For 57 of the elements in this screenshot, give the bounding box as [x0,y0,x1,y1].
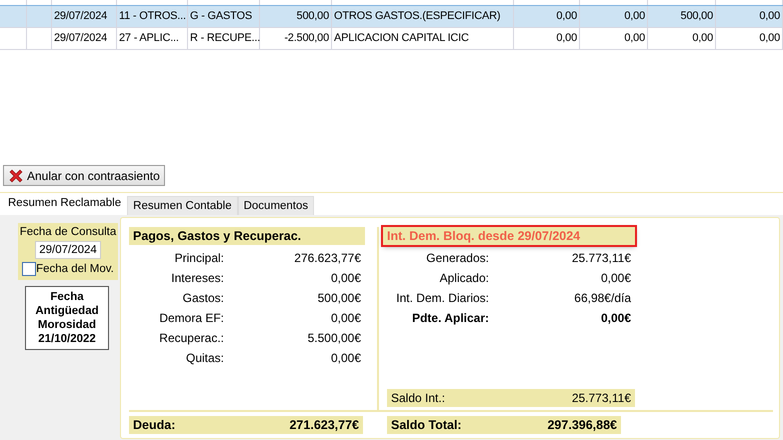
field-label: Pdte. Aplicar: [411,311,489,325]
field-value: 25.773,11€ [572,391,631,405]
table-cell: OTROS GASTOS.(ESPECIFICAR) [332,6,514,27]
query-label: Fecha de Consulta [20,226,116,238]
field-value: 0,00€ [330,271,362,285]
section-title: Pagos, Gastos y Recuperac. [129,227,365,245]
field-value: 0,00€ [600,311,632,325]
table-cell: 11 - OTROS... [117,6,188,27]
field-value: 500,00€ [316,291,362,305]
table-cell: 0,00 [716,28,783,49]
field-value: 66,98€/día [573,291,632,305]
table-cell: 0,00 [716,6,783,27]
field-label: Recuperac.: [158,331,224,345]
table-cell: 0,00 [514,28,580,49]
field-value: 25.773,11€ [570,251,632,265]
date-field[interactable]: 29/07/2024 [35,241,101,259]
table-cell: 500,00 [260,6,332,27]
table-cell: 0,00 [580,28,648,49]
field-label: Int. Dem. Diarios: [395,291,489,305]
tab[interactable]: Resumen Contable [127,196,238,215]
void-button[interactable]: Anular con contraasiento [3,165,165,186]
field-label: Generados: [425,251,489,265]
field-label: Intereses: [170,271,224,285]
field-value: 0,00€ [330,351,362,365]
field-value: 5.500,00€ [306,331,362,345]
table-cell: 0,00 [648,28,716,49]
field-value: 0,00€ [330,311,362,325]
table-cell: 500,00 [648,6,716,27]
checkbox[interactable] [22,262,36,276]
field-label: Saldo Int.: [391,391,446,405]
table-cell: G - GASTOS [188,6,260,27]
total-value: 271.623,77€ [289,418,359,432]
table-cell: 29/07/2024 [52,28,117,49]
checkbox-label: Fecha del Mov. [36,263,114,275]
total-value: 297.396,88€ [547,418,617,432]
table-cell: R - RECUPE... [188,28,260,49]
table-cell: APLICACION CAPITAL ICIC [332,28,514,49]
section-title: Int. Dem. Bloq. desde 29/07/2024 [383,227,635,245]
close-icon [8,168,24,184]
field-label: Principal: [174,251,224,265]
table-row[interactable]: 29/07/2024 11 - OTROS... G - GASTOS 500,00 OTROS GASTOS.(ESPECIFICAR) 0,00 0,00 500,00 0,00 [0,6,783,28]
field-label: Demora EF: [158,311,224,325]
tab[interactable]: Documentos [238,196,314,215]
total-label: Deuda: [133,418,176,432]
total-label: Saldo Total: [391,418,462,432]
table-row[interactable]: 29/07/2024 27 - APLIC... R - RECUPE... -2.500,00 APLICACION CAPITAL ICIC 0,00 0,00 0,00 0,00 [0,28,783,50]
field-label: Aplicado: [438,271,489,285]
table-cell: 0,00 [514,6,580,27]
field-label: Quitas: [184,351,224,365]
field-value: 0,00€ [600,271,632,285]
seniority-date: Fecha Antigüedad Morosidad 21/10/2022 [25,286,109,350]
field-label: Gastos: [182,291,224,305]
table-cell: -2.500,00 [260,28,332,49]
field-value: 276.623,77€ [293,251,362,265]
table-cell: 27 - APLIC... [117,28,188,49]
table-cell: 29/07/2024 [52,6,117,27]
table-cell: 0,00 [580,6,648,27]
